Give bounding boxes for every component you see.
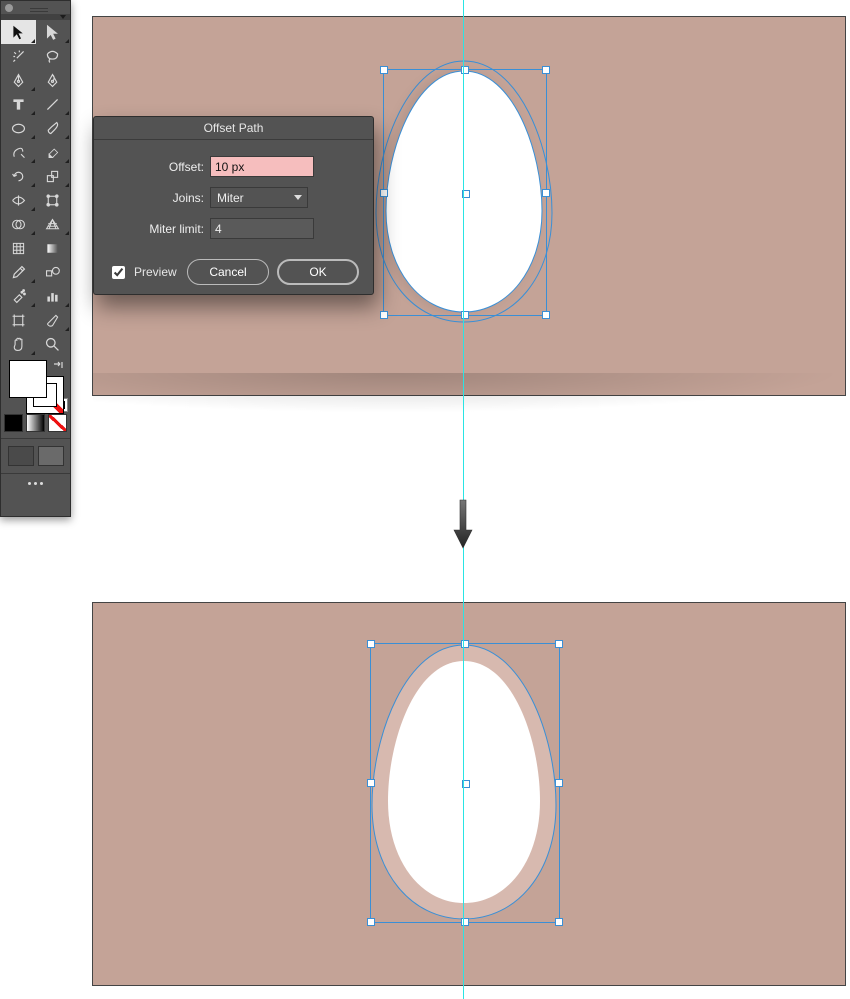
dialog-footer: Preview Cancel OK	[94, 259, 373, 297]
scale-tool[interactable]	[36, 164, 71, 188]
draw-behind-mode[interactable]	[38, 446, 64, 466]
gradient-tool[interactable]	[36, 236, 71, 260]
bbox-handle[interactable]	[380, 189, 388, 197]
bbox-handle[interactable]	[542, 311, 550, 319]
free-transform-tool[interactable]	[36, 188, 71, 212]
color-mode-solid[interactable]	[4, 414, 23, 432]
slice-tool[interactable]	[36, 308, 71, 332]
color-mode-none[interactable]	[48, 414, 67, 432]
bbox-handle[interactable]	[380, 311, 388, 319]
zoom-tool[interactable]	[36, 332, 71, 356]
paintbrush-tool[interactable]	[36, 116, 71, 140]
separator	[1, 473, 70, 474]
ok-button[interactable]: OK	[277, 259, 359, 285]
joins-select-wrap[interactable]: Miter	[210, 187, 308, 208]
close-icon[interactable]	[5, 4, 13, 12]
draw-mode-row	[1, 445, 70, 467]
bbox-handle[interactable]	[367, 640, 375, 648]
offset-label: Offset:	[108, 160, 210, 174]
fill-stroke-swatches[interactable]	[4, 358, 67, 414]
curvature-tool[interactable]	[36, 68, 71, 92]
rectangle-tool[interactable]	[1, 116, 36, 140]
draw-normal-mode[interactable]	[8, 446, 34, 466]
miter-limit-input[interactable]	[210, 218, 314, 239]
type-tool[interactable]	[1, 92, 36, 116]
mesh-tool[interactable]	[1, 236, 36, 260]
symbol-sprayer-tool[interactable]	[1, 284, 36, 308]
artboard-tool[interactable]	[1, 308, 36, 332]
joins-label: Joins:	[108, 191, 210, 205]
width-tool[interactable]	[1, 188, 36, 212]
rotate-tool[interactable]	[1, 164, 36, 188]
blend-tool[interactable]	[36, 260, 71, 284]
tool-grid	[1, 20, 70, 356]
arrow-down-icon	[452, 498, 474, 550]
preview-checkbox-label[interactable]: Preview	[108, 263, 177, 282]
line-segment-tool[interactable]	[36, 92, 71, 116]
panel-header[interactable]	[1, 1, 70, 14]
bbox-handle[interactable]	[367, 918, 375, 926]
miter-limit-label: Miter limit:	[108, 222, 210, 236]
edit-toolbar-button[interactable]	[1, 482, 70, 485]
selection-bounding-box[interactable]	[370, 643, 560, 923]
pen-tool[interactable]	[1, 68, 36, 92]
selection-bounding-box[interactable]	[383, 69, 547, 316]
color-mode-gradient[interactable]	[26, 414, 45, 432]
dialog-title[interactable]: Offset Path	[94, 117, 373, 140]
cancel-button[interactable]: Cancel	[187, 259, 269, 285]
magic-wand-tool[interactable]	[1, 44, 36, 68]
joins-select[interactable]: Miter	[210, 187, 308, 208]
dialog-body: Offset: Joins: Miter Miter limit:	[94, 140, 373, 259]
fill-swatch[interactable]	[9, 360, 47, 398]
bbox-handle[interactable]	[555, 918, 563, 926]
swap-fill-stroke-icon[interactable]	[52, 360, 64, 372]
color-mode-row	[4, 414, 67, 432]
direct-selection-tool[interactable]	[36, 20, 71, 44]
shaper-tool[interactable]	[1, 140, 36, 164]
offset-path-dialog[interactable]: Offset Path Offset: Joins: Miter Miter l…	[93, 116, 374, 295]
selection-tool[interactable]	[1, 20, 36, 44]
perspective-grid-tool[interactable]	[36, 212, 71, 236]
stage: Offset Path Offset: Joins: Miter Miter l…	[0, 0, 850, 999]
bbox-handle[interactable]	[542, 66, 550, 74]
eraser-tool[interactable]	[36, 140, 71, 164]
hand-tool[interactable]	[1, 332, 36, 356]
artboard-after[interactable]	[92, 602, 846, 986]
bbox-handle[interactable]	[367, 779, 375, 787]
column-graph-tool[interactable]	[36, 284, 71, 308]
tools-panel[interactable]	[0, 0, 71, 517]
bbox-handle[interactable]	[380, 66, 388, 74]
lasso-tool[interactable]	[36, 44, 71, 68]
bbox-handle[interactable]	[555, 779, 563, 787]
bbox-handle[interactable]	[542, 189, 550, 197]
separator	[1, 438, 70, 439]
eyedropper-tool[interactable]	[1, 260, 36, 284]
preview-text: Preview	[134, 265, 177, 279]
preview-checkbox[interactable]	[112, 266, 125, 279]
shape-builder-tool[interactable]	[1, 212, 36, 236]
bbox-handle[interactable]	[555, 640, 563, 648]
offset-input[interactable]	[210, 156, 314, 177]
